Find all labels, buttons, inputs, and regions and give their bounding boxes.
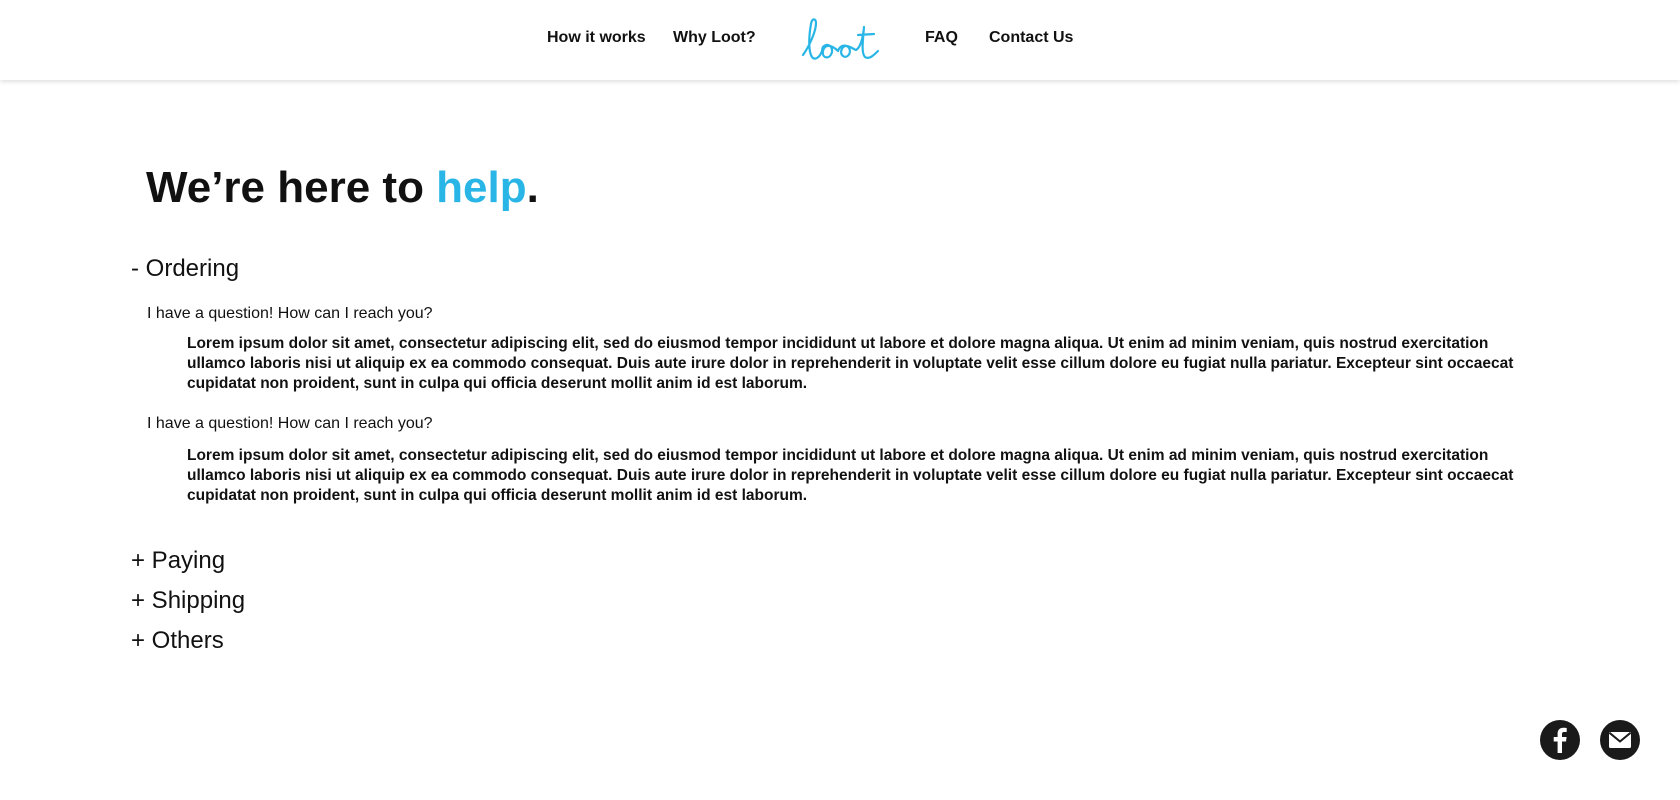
section-toggle-paying[interactable]: + Paying	[131, 546, 225, 576]
faq-answer: Lorem ipsum dolor sit amet, consectetur …	[187, 335, 1514, 392]
nav-why-loot[interactable]: Why Loot?	[673, 29, 756, 47]
mail-glyph	[1608, 732, 1632, 748]
title-accent: help	[436, 163, 527, 212]
section-toggle-others[interactable]: + Others	[131, 626, 224, 656]
faq-question[interactable]: I have a question! How can I reach you?	[147, 304, 433, 324]
page-title: We’re here to help.	[146, 160, 539, 216]
site-header: How it works Why Loot? loot FAQ Contact …	[0, 0, 1680, 80]
facebook-glyph	[1553, 727, 1567, 753]
title-suffix: .	[526, 163, 539, 212]
section-toggle-shipping[interactable]: + Shipping	[131, 586, 245, 616]
nav-how-it-works[interactable]: How it works	[547, 29, 646, 47]
nav-contact-us[interactable]: Contact Us	[989, 29, 1073, 47]
title-prefix: We’re here to	[146, 163, 437, 212]
nav-faq[interactable]: FAQ	[925, 29, 958, 47]
mail-icon[interactable]	[1600, 720, 1640, 760]
section-toggle-ordering[interactable]: - Ordering	[131, 254, 239, 284]
facebook-icon[interactable]	[1540, 720, 1580, 760]
faq-question[interactable]: I have a question! How can I reach you?	[147, 414, 433, 434]
loot-logo[interactable]: loot	[800, 15, 882, 63]
faq-answer: Lorem ipsum dolor sit amet, consectetur …	[187, 447, 1514, 504]
